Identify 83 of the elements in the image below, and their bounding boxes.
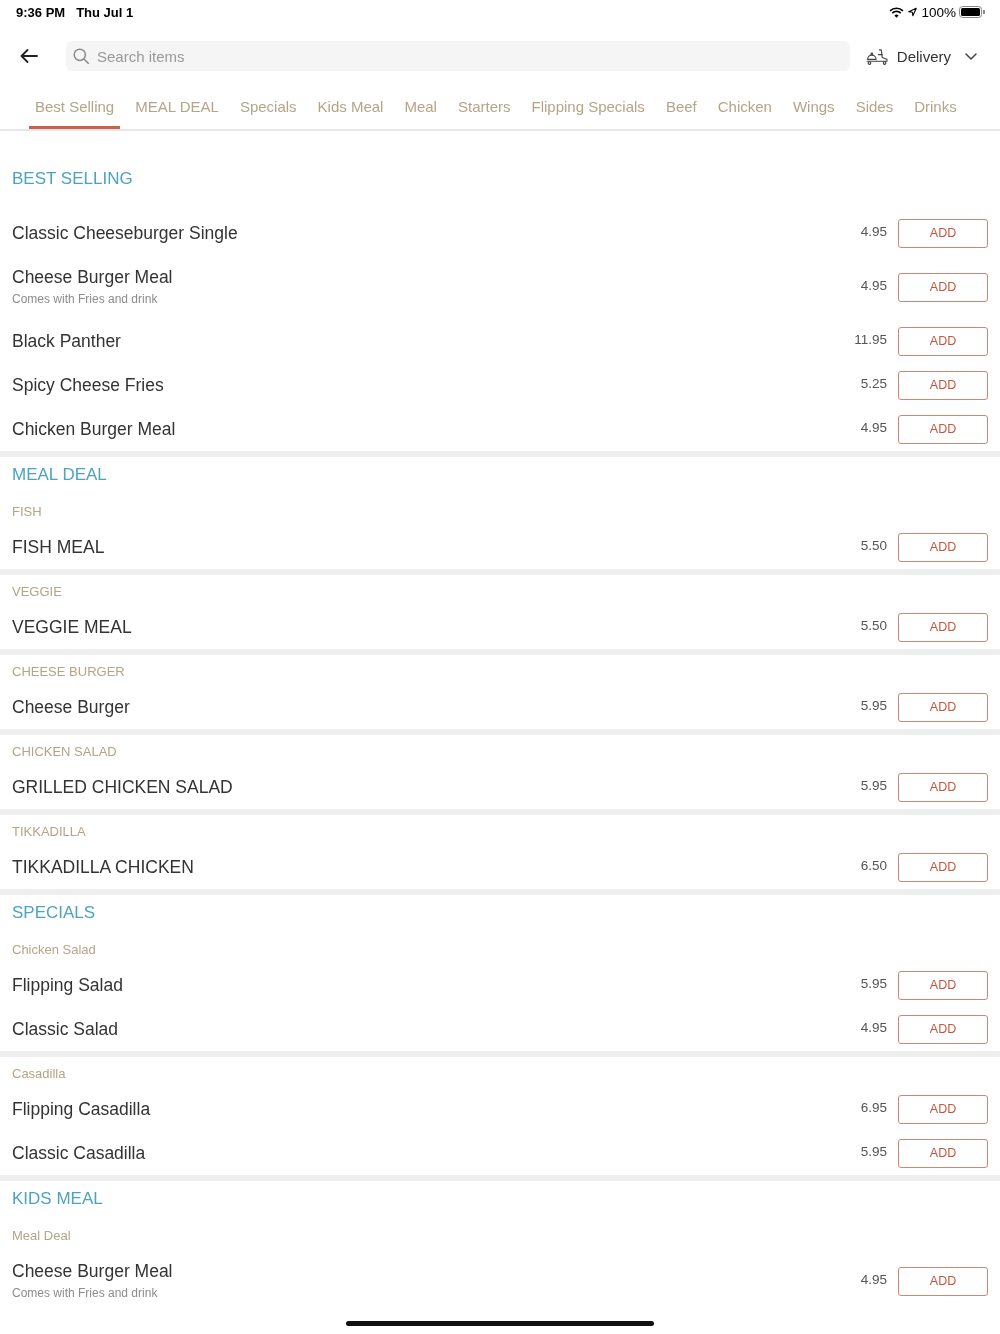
item-description: Comes with Fries and drink xyxy=(12,1285,158,1302)
section-title: KIDS MEAL xyxy=(11,1188,104,1210)
item-price: 5.50 xyxy=(860,618,887,633)
search-field[interactable]: Search items xyxy=(66,41,850,71)
item-name: Cheese Burger xyxy=(12,696,130,718)
group-label: Casadilla xyxy=(11,1065,67,1083)
add-button[interactable]: ADD xyxy=(898,370,988,400)
item-name: GRILLED CHICKEN SALAD xyxy=(12,776,233,798)
item-name: Classic Salad xyxy=(12,1018,119,1040)
add-button[interactable]: ADD xyxy=(898,1138,988,1168)
status-date: Thu Jul 1 xyxy=(76,4,134,20)
scooter-icon xyxy=(865,47,889,65)
item-name: Spicy Cheese Fries xyxy=(12,374,164,396)
item-price: 5.95 xyxy=(860,1144,887,1159)
category-tab[interactable]: Drinks xyxy=(908,85,963,129)
category-tab[interactable]: MEAL DEAL xyxy=(129,85,225,129)
category-tab[interactable]: Chicken xyxy=(711,85,778,129)
add-button[interactable]: ADD xyxy=(898,852,988,882)
add-button[interactable]: ADD xyxy=(898,1266,988,1296)
item-price: 4.95 xyxy=(860,278,887,293)
category-tab[interactable]: Meal xyxy=(398,85,443,129)
back-arrow-icon[interactable] xyxy=(20,49,38,63)
section-title: BEST SELLING xyxy=(11,168,134,190)
category-tab[interactable]: Best Selling xyxy=(29,85,121,129)
item-name: Classic Cheeseburger Single xyxy=(12,222,238,244)
item-price: 11.95 xyxy=(854,332,887,347)
location-arrow-icon xyxy=(908,7,918,17)
section-title: MEAL DEAL xyxy=(11,464,108,486)
add-button[interactable]: ADD xyxy=(898,1014,988,1044)
add-button[interactable]: ADD xyxy=(898,1094,988,1124)
delivery-dropdown[interactable]: Delivery xyxy=(865,41,977,71)
add-button[interactable]: ADD xyxy=(898,272,988,302)
item-price: 5.95 xyxy=(860,778,887,793)
status-time: 9:36 PM xyxy=(16,4,66,20)
group-label: Chicken Salad xyxy=(11,941,97,959)
category-tab[interactable]: Kids Meal xyxy=(311,85,390,129)
add-button[interactable]: ADD xyxy=(898,414,988,444)
category-tab[interactable]: Starters xyxy=(451,85,517,129)
add-button[interactable]: ADD xyxy=(898,326,988,356)
add-button[interactable]: ADD xyxy=(898,532,988,562)
item-name: Flipping Salad xyxy=(12,974,123,996)
item-price: 5.95 xyxy=(860,976,887,991)
group-label: TIKKADILLA xyxy=(11,823,87,841)
item-price: 5.50 xyxy=(860,538,887,553)
wifi-icon xyxy=(889,6,905,18)
item-price: 6.50 xyxy=(860,858,887,873)
item-price: 4.95 xyxy=(860,1272,887,1287)
add-button[interactable]: ADD xyxy=(898,612,988,642)
item-price: 4.95 xyxy=(860,420,887,435)
category-tab[interactable]: Wings xyxy=(786,85,841,129)
item-name: Cheese Burger Meal xyxy=(12,1260,173,1282)
item-name: TIKKADILLA CHICKEN xyxy=(12,856,194,878)
item-price: 5.95 xyxy=(860,698,887,713)
item-price: 6.95 xyxy=(860,1100,887,1115)
group-label: CHEESE BURGER xyxy=(11,663,126,681)
add-button[interactable]: ADD xyxy=(898,970,988,1000)
add-button[interactable]: ADD xyxy=(898,772,988,802)
battery-percent: 100% xyxy=(921,4,956,20)
category-tab[interactable]: Beef xyxy=(659,85,703,129)
battery-icon xyxy=(959,6,985,18)
group-label: FISH xyxy=(11,503,43,521)
item-name: Black Panther xyxy=(12,330,121,352)
item-name: VEGGIE MEAL xyxy=(12,616,132,638)
item-price: 4.95 xyxy=(860,224,887,239)
group-label: Meal Deal xyxy=(11,1227,72,1245)
item-name: Flipping Casadilla xyxy=(12,1098,151,1120)
caret-down-icon xyxy=(965,52,977,60)
item-price: 5.25 xyxy=(860,376,887,391)
section-title: SPECIALS xyxy=(11,902,97,924)
item-description: Comes with Fries and drink xyxy=(12,291,158,308)
group-label: VEGGIE xyxy=(11,583,63,601)
item-name: Chicken Burger Meal xyxy=(12,418,176,440)
item-name: Classic Casadilla xyxy=(12,1142,146,1164)
item-price: 4.95 xyxy=(860,1020,887,1035)
search-icon xyxy=(73,48,89,64)
category-tab[interactable]: Sides xyxy=(849,85,900,129)
item-name: FISH MEAL xyxy=(12,536,105,558)
category-tab[interactable]: Flipping Specials xyxy=(525,85,651,129)
item-name: Cheese Burger Meal xyxy=(12,266,173,288)
add-button[interactable]: ADD xyxy=(898,218,988,248)
category-tab[interactable]: Specials xyxy=(233,85,303,129)
add-button[interactable]: ADD xyxy=(898,692,988,722)
group-label: CHICKEN SALAD xyxy=(11,743,118,761)
